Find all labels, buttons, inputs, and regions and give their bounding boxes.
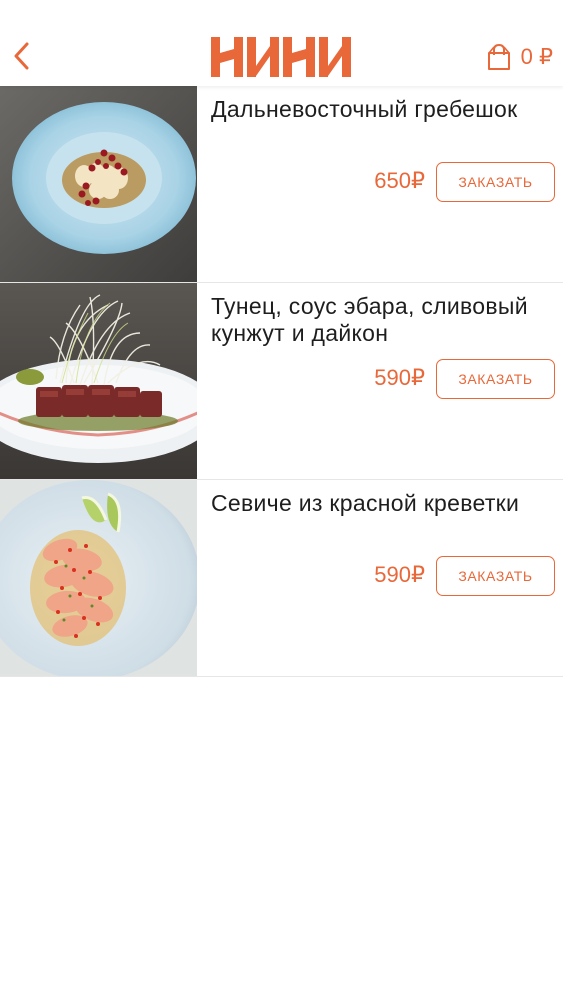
order-button[interactable]: ЗАКАЗАТЬ — [436, 162, 555, 202]
dish-price: 590₽ — [374, 562, 425, 587]
cart-button[interactable]: 0 ₽ — [487, 40, 553, 74]
dish-name: Тунец, соус эбара, сливовый кунжут и дай… — [211, 293, 528, 346]
dish-price: 590₽ — [374, 365, 425, 390]
brand-logo — [210, 36, 352, 78]
shopping-bag-icon — [487, 43, 510, 70]
dish-name: Севиче из красной креветки — [211, 490, 520, 516]
order-button[interactable]: ЗАКАЗАТЬ — [436, 359, 555, 399]
dish-price: 650₽ — [374, 168, 425, 193]
chevron-left-icon — [14, 42, 29, 70]
dish-photo — [0, 86, 197, 282]
back-button[interactable] — [6, 34, 36, 78]
dish-photo — [0, 283, 197, 479]
app-header: 0 ₽ — [0, 0, 563, 86]
menu-list: Дальневосточный гребешок 650₽ ЗАКАЗАТЬ Т… — [0, 86, 563, 677]
list-item[interactable]: Тунец, соус эбара, сливовый кунжут и дай… — [0, 283, 563, 480]
order-button[interactable]: ЗАКАЗАТЬ — [436, 556, 555, 596]
list-item[interactable]: Севиче из красной креветки 590₽ ЗАКАЗАТЬ — [0, 480, 563, 677]
list-item[interactable]: Дальневосточный гребешок 650₽ ЗАКАЗАТЬ — [0, 86, 563, 283]
dish-photo — [0, 480, 197, 676]
cart-total: 0 ₽ — [520, 44, 553, 69]
dish-name: Дальневосточный гребешок — [211, 96, 518, 122]
